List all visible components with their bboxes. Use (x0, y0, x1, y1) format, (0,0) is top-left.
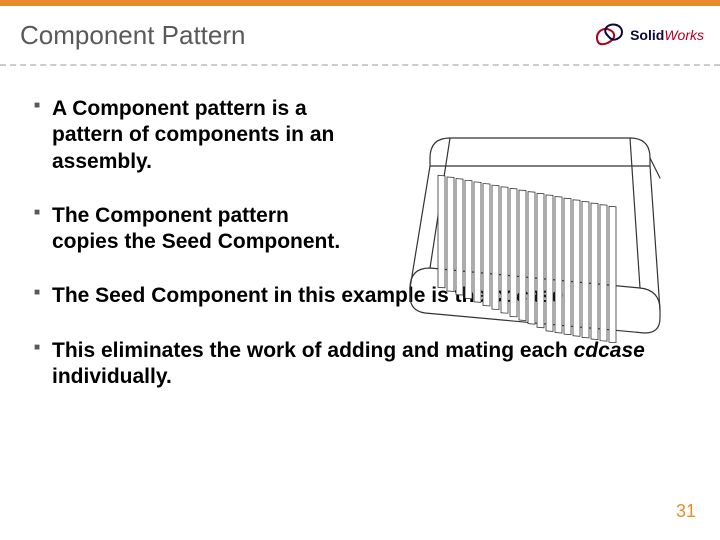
ds-logo-icon (592, 20, 626, 50)
title-divider (0, 64, 720, 66)
brand-logo: SolidWorks (592, 20, 704, 50)
bullet-1: A Component pattern is a pattern of comp… (34, 96, 354, 175)
slide: Component Pattern SolidWorks A Component… (0, 0, 720, 540)
bullet-4-text-c: individually. (52, 365, 172, 388)
bullet-4: This eliminates the work of adding and m… (34, 338, 674, 391)
title-row: Component Pattern SolidWorks (20, 20, 704, 51)
accent-bar (0, 0, 720, 6)
page-number: 31 (676, 501, 696, 522)
illustration-cdcase-rack (390, 118, 690, 343)
brand-solid: Solid (630, 27, 664, 43)
brand-logo-text: SolidWorks (630, 27, 704, 43)
brand-works: Works (664, 27, 704, 43)
page-title: Component Pattern (20, 20, 245, 51)
bullet-2: The Component pattern copies the Seed Co… (34, 203, 354, 256)
